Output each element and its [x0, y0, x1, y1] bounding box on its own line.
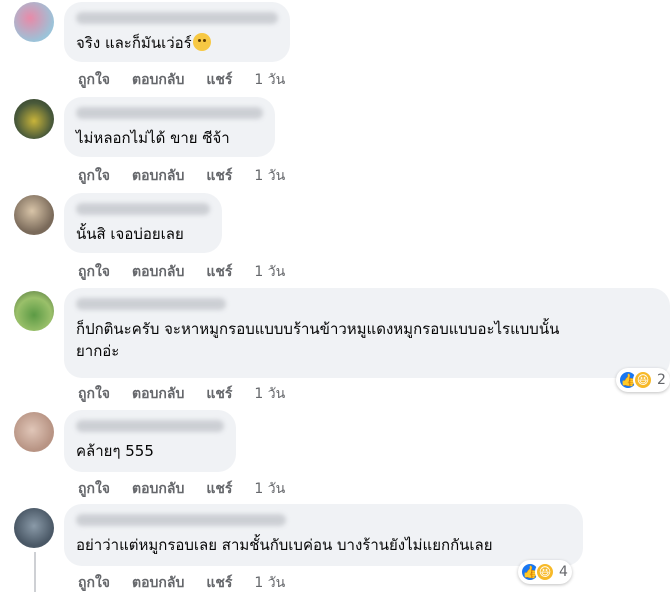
comment-bubble: นั้นสิ เจอบ่อยเลย	[64, 193, 222, 253]
reply-button[interactable]: ตอบกลับ	[132, 478, 184, 500]
avatar[interactable]	[14, 99, 54, 139]
comment-author[interactable]	[76, 298, 226, 310]
comment-bubble: ไม่หลอกไม่ได้ ขาย ซีจ้า	[64, 97, 275, 157]
comment-author[interactable]	[76, 514, 286, 526]
comment-author[interactable]	[76, 12, 278, 24]
like-button[interactable]: ถูกใจ	[78, 383, 110, 405]
comment-actions: ถูกใจ ตอบกลับ แชร์ 1 วัน	[78, 166, 285, 186]
reaction-count: 2	[657, 372, 666, 388]
avatar[interactable]	[14, 412, 54, 452]
avatar[interactable]	[14, 195, 54, 235]
like-button[interactable]: ถูกใจ	[78, 165, 110, 187]
comment-timestamp[interactable]: 1 วัน	[254, 69, 285, 91]
avatar[interactable]	[14, 508, 54, 548]
comment-timestamp[interactable]: 1 วัน	[254, 478, 285, 500]
comment-actions: ถูกใจ ตอบกลับ แชร์ 1 วัน	[78, 70, 285, 90]
comment-text: ก็ปกตินะครับ จะหาหมูกรอบแบบบร้านข้าวหมูแ…	[76, 320, 560, 360]
like-button[interactable]: ถูกใจ	[78, 69, 110, 91]
share-button[interactable]: แชร์	[206, 572, 232, 594]
like-button[interactable]: ถูกใจ	[78, 261, 110, 283]
comment-text: คล้ายๆ 555	[76, 442, 154, 460]
comment-text: อย่าว่าแต่หมูกรอบเลย สามชั้นกับเบค่อน บา…	[76, 536, 493, 554]
comment-bubble: จริง และก็มันเว่อร์	[64, 2, 290, 62]
reaction-summary[interactable]: 👍 😆 4	[518, 560, 572, 584]
comment-timestamp[interactable]: 1 วัน	[254, 383, 285, 405]
comment-actions: ถูกใจ ตอบกลับ แชร์ 1 วัน	[78, 479, 285, 499]
like-button[interactable]: ถูกใจ	[78, 478, 110, 500]
comment-author[interactable]	[76, 420, 224, 432]
share-button[interactable]: แชร์	[206, 478, 232, 500]
reaction-count: 4	[559, 564, 568, 580]
share-button[interactable]: แชร์	[206, 383, 232, 405]
slightly-smiling-face-icon	[192, 33, 211, 51]
reaction-summary[interactable]: 👍 😆 2	[616, 368, 670, 392]
reply-button[interactable]: ตอบกลับ	[132, 572, 184, 594]
reply-button[interactable]: ตอบกลับ	[132, 69, 184, 91]
reply-button[interactable]: ตอบกลับ	[132, 383, 184, 405]
like-button[interactable]: ถูกใจ	[78, 572, 110, 594]
comment-timestamp[interactable]: 1 วัน	[254, 261, 285, 283]
haha-reaction-icon: 😆	[535, 562, 555, 582]
comment-actions: ถูกใจ ตอบกลับ แชร์ 1 วัน	[78, 384, 285, 404]
comment-timestamp[interactable]: 1 วัน	[254, 572, 285, 594]
comment-text: จริง และก็มันเว่อร์	[76, 34, 192, 52]
comment-actions: ถูกใจ ตอบกลับ แชร์ 1 วัน	[78, 573, 285, 593]
comment-text: ไม่หลอกไม่ได้ ขาย ซีจ้า	[76, 129, 230, 147]
reply-button[interactable]: ตอบกลับ	[132, 165, 184, 187]
comment-text: นั้นสิ เจอบ่อยเลย	[76, 225, 184, 243]
avatar[interactable]	[14, 2, 54, 42]
comment-bubble: อย่าว่าแต่หมูกรอบเลย สามชั้นกับเบค่อน บา…	[64, 504, 583, 566]
haha-reaction-icon: 😆	[633, 370, 653, 390]
comment-bubble: คล้ายๆ 555	[64, 410, 236, 472]
share-button[interactable]: แชร์	[206, 165, 232, 187]
comment-bubble: ก็ปกตินะครับ จะหาหมูกรอบแบบบร้านข้าวหมูแ…	[64, 288, 670, 378]
reply-button[interactable]: ตอบกลับ	[132, 261, 184, 283]
avatar[interactable]	[14, 291, 54, 331]
share-button[interactable]: แชร์	[206, 69, 232, 91]
thread-line	[34, 552, 36, 592]
comment-actions: ถูกใจ ตอบกลับ แชร์ 1 วัน	[78, 262, 285, 282]
comment-author[interactable]	[76, 203, 210, 215]
comment-timestamp[interactable]: 1 วัน	[254, 165, 285, 187]
share-button[interactable]: แชร์	[206, 261, 232, 283]
comment-author[interactable]	[76, 107, 263, 119]
